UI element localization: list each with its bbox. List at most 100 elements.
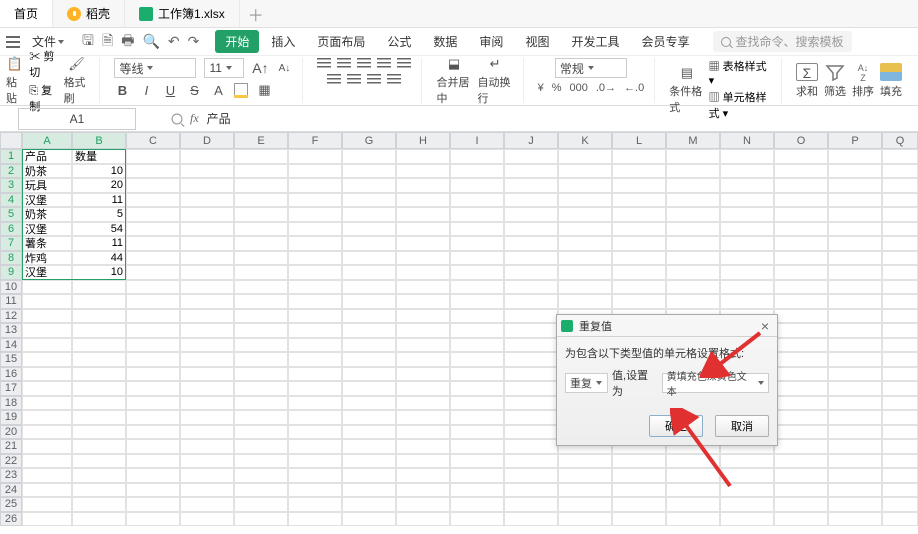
cell-G20[interactable]	[342, 425, 396, 440]
cell-C8[interactable]	[126, 251, 180, 266]
cell-H20[interactable]	[396, 425, 450, 440]
command-search[interactable]: 查找命令、搜索模板	[713, 31, 851, 52]
cell-B10[interactable]	[72, 280, 126, 295]
cell-N11[interactable]	[720, 294, 774, 309]
cell-I1[interactable]	[450, 149, 504, 164]
cell-A19[interactable]	[22, 410, 72, 425]
cell-H21[interactable]	[396, 439, 450, 454]
fill-color-button[interactable]	[234, 83, 248, 97]
cell-G14[interactable]	[342, 338, 396, 353]
cell-C18[interactable]	[126, 396, 180, 411]
wrap-text-button[interactable]: ↵ 自动换行	[478, 56, 513, 106]
cell-N8[interactable]	[720, 251, 774, 266]
cell-J6[interactable]	[504, 222, 558, 237]
save-as-icon[interactable]: 🗎	[102, 30, 113, 54]
cell-G12[interactable]	[342, 309, 396, 324]
cell-G24[interactable]	[342, 483, 396, 498]
cell-C11[interactable]	[126, 294, 180, 309]
cell-L7[interactable]	[612, 236, 666, 251]
cell-J13[interactable]	[504, 323, 558, 338]
cell-E8[interactable]	[234, 251, 288, 266]
cell-B4[interactable]: 11	[72, 193, 126, 208]
cell-L8[interactable]	[612, 251, 666, 266]
cell-B1[interactable]: 数量	[72, 149, 126, 164]
cell-O2[interactable]	[774, 164, 828, 179]
cell-J21[interactable]	[504, 439, 558, 454]
cell-H24[interactable]	[396, 483, 450, 498]
cell-H3[interactable]	[396, 178, 450, 193]
cell-I22[interactable]	[450, 454, 504, 469]
cell-M11[interactable]	[666, 294, 720, 309]
row-header-8[interactable]: 8	[0, 251, 22, 266]
cell-D7[interactable]	[180, 236, 234, 251]
cell-Q14[interactable]	[882, 338, 918, 353]
cell-D19[interactable]	[180, 410, 234, 425]
cell-D16[interactable]	[180, 367, 234, 382]
cell-D15[interactable]	[180, 352, 234, 367]
cell-J16[interactable]	[504, 367, 558, 382]
row-header-5[interactable]: 5	[0, 207, 22, 222]
fx-icon[interactable]: fx	[190, 111, 199, 126]
cell-J17[interactable]	[504, 381, 558, 396]
cell-F22[interactable]	[288, 454, 342, 469]
cell-C1[interactable]	[126, 149, 180, 164]
cell-K22[interactable]	[558, 454, 612, 469]
cell-G1[interactable]	[342, 149, 396, 164]
cell-O4[interactable]	[774, 193, 828, 208]
cell-N1[interactable]	[720, 149, 774, 164]
cell-C9[interactable]	[126, 265, 180, 280]
cell-P22[interactable]	[828, 454, 882, 469]
cell-A15[interactable]	[22, 352, 72, 367]
ribbon-tab-start[interactable]: 开始	[215, 30, 259, 53]
cell-G4[interactable]	[342, 193, 396, 208]
cell-H26[interactable]	[396, 512, 450, 527]
cell-K3[interactable]	[558, 178, 612, 193]
col-header-P[interactable]: P	[828, 132, 882, 149]
cell-C21[interactable]	[126, 439, 180, 454]
align-center-icon[interactable]	[347, 74, 361, 86]
cell-E16[interactable]	[234, 367, 288, 382]
cell-I13[interactable]	[450, 323, 504, 338]
cell-I16[interactable]	[450, 367, 504, 382]
cell-E17[interactable]	[234, 381, 288, 396]
cell-O1[interactable]	[774, 149, 828, 164]
cell-E2[interactable]	[234, 164, 288, 179]
cell-Q8[interactable]	[882, 251, 918, 266]
cell-H2[interactable]	[396, 164, 450, 179]
cell-B16[interactable]	[72, 367, 126, 382]
col-header-G[interactable]: G	[342, 132, 396, 149]
col-header-M[interactable]: M	[666, 132, 720, 149]
cell-G3[interactable]	[342, 178, 396, 193]
cell-Q5[interactable]	[882, 207, 918, 222]
cell-G11[interactable]	[342, 294, 396, 309]
cell-I14[interactable]	[450, 338, 504, 353]
cell-N4[interactable]	[720, 193, 774, 208]
cell-K11[interactable]	[558, 294, 612, 309]
cell-J20[interactable]	[504, 425, 558, 440]
cell-G9[interactable]	[342, 265, 396, 280]
cell-A10[interactable]	[22, 280, 72, 295]
cell-H6[interactable]	[396, 222, 450, 237]
ribbon-tab-view[interactable]: 视图	[515, 30, 559, 53]
cell-J1[interactable]	[504, 149, 558, 164]
cell-P17[interactable]	[828, 381, 882, 396]
row-header-3[interactable]: 3	[0, 178, 22, 193]
cell-O25[interactable]	[774, 497, 828, 512]
cell-B5[interactable]: 5	[72, 207, 126, 222]
currency-icon[interactable]: ¥	[538, 82, 544, 94]
cell-N26[interactable]	[720, 512, 774, 527]
row-header-2[interactable]: 2	[0, 164, 22, 179]
cell-O19[interactable]	[774, 410, 828, 425]
cell-H14[interactable]	[396, 338, 450, 353]
cell-N9[interactable]	[720, 265, 774, 280]
cell-L22[interactable]	[612, 454, 666, 469]
row-header-19[interactable]: 19	[0, 410, 22, 425]
cell-I9[interactable]	[450, 265, 504, 280]
cell-Q21[interactable]	[882, 439, 918, 454]
cell-H10[interactable]	[396, 280, 450, 295]
cell-H23[interactable]	[396, 468, 450, 483]
row-header-24[interactable]: 24	[0, 483, 22, 498]
percent-icon[interactable]: %	[552, 82, 562, 94]
format-painter-button[interactable]: 🖌 格式刷	[64, 56, 90, 106]
cell-F16[interactable]	[288, 367, 342, 382]
